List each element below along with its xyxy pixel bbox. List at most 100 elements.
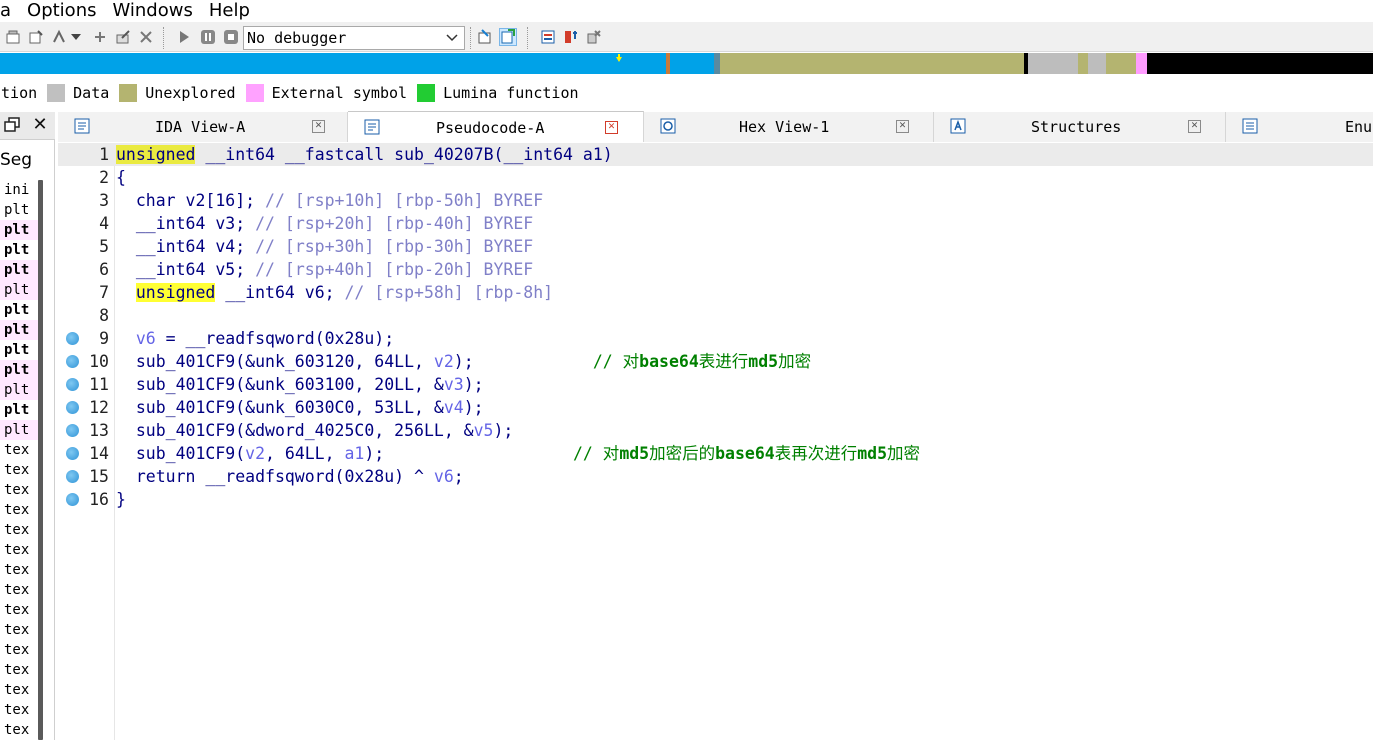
segment-row[interactable]: tex	[0, 580, 38, 600]
code-line[interactable]: 7 unsigned __int64 v6; // [rsp+58h] [rbp…	[58, 281, 1373, 304]
segment-row[interactable]: tex	[0, 620, 38, 640]
segment-row[interactable]: plt	[0, 300, 38, 320]
tab-close-icon[interactable]: ✕	[1188, 120, 1201, 133]
tab-close-icon[interactable]: ✕	[312, 120, 325, 133]
debugger-select[interactable]: No debugger	[243, 26, 465, 50]
segment-row[interactable]: plt	[0, 400, 38, 420]
segment-row[interactable]: tex	[0, 600, 38, 620]
code-line[interactable]: 14 sub_401CF9(v2, 64LL, a1); // 对md5加密后的…	[58, 442, 1373, 465]
tab-close-icon[interactable]: ✕	[896, 120, 909, 133]
attach-icon[interactable]	[477, 28, 495, 46]
dropdown-icon[interactable]	[69, 28, 83, 46]
breakpoint-dot-icon[interactable]	[66, 424, 79, 437]
statement: );	[463, 375, 484, 394]
tab-close-icon[interactable]: ✕	[605, 121, 618, 134]
statement: sub_401CF9(&unk_6030C0, 53LL, &	[116, 398, 444, 417]
script-icon[interactable]	[4, 28, 22, 46]
segment-row[interactable]: tex	[0, 540, 38, 560]
float-window-icon[interactable]	[4, 117, 20, 133]
segment-row[interactable]: plt	[0, 340, 38, 360]
types-icon[interactable]	[562, 28, 580, 46]
segment-row[interactable]: tex	[0, 640, 38, 660]
navigation-band[interactable]	[0, 53, 1373, 74]
breakpoint-dot-icon[interactable]	[66, 447, 79, 460]
run-plugin-icon[interactable]	[91, 28, 109, 46]
breakpoint-icon[interactable]	[50, 28, 68, 46]
declaration: __int64 v6;	[215, 283, 345, 302]
breakpoint-dot-icon[interactable]	[66, 401, 79, 414]
code-line[interactable]: 9 v6 = __readfsqword(0x28u);	[58, 327, 1373, 350]
code-line[interactable]: 12 sub_401CF9(&unk_6030C0, 53LL, &v4);	[58, 396, 1373, 419]
line-number: 9	[99, 329, 109, 348]
code-text: return __readfsqword(0x28u) ^ v6;	[116, 465, 464, 488]
tab-structures[interactable]: Structures ✕	[934, 112, 1226, 142]
line-number: 15	[89, 467, 109, 486]
graph-icon[interactable]	[499, 28, 517, 46]
close-panel-icon[interactable]: ✕	[31, 115, 49, 135]
segment-row[interactable]: tex	[0, 660, 38, 680]
segment-row[interactable]: plt	[0, 200, 38, 220]
breakpoint-dot-icon[interactable]	[66, 332, 79, 345]
keyword-unsigned-highlight: unsigned	[135, 283, 216, 302]
tab-ida-view-a[interactable]: IDA View-A ✕	[58, 112, 348, 142]
code-line[interactable]: 6 __int64 v5; // [rsp+40h] [rbp-20h] BYR…	[58, 258, 1373, 281]
segment-row[interactable]: plt	[0, 360, 38, 380]
menu-help[interactable]: Help	[201, 0, 258, 22]
segment-row[interactable]: ini	[0, 180, 38, 200]
segment-row[interactable]: tex	[0, 460, 38, 480]
segments-list[interactable]: ini plt plt plt plt plt plt plt plt plt plt plt plt t…	[0, 180, 38, 740]
menu-edit-partial[interactable]: a	[0, 0, 19, 22]
close-icon[interactable]	[137, 28, 155, 46]
line-number: 11	[89, 375, 109, 394]
legend-label: Lumina function	[443, 84, 579, 102]
segment-row[interactable]: tex	[0, 680, 38, 700]
code-line[interactable]: 8	[58, 304, 1373, 327]
line-number: 2	[99, 168, 109, 187]
segment-row[interactable]: plt	[0, 240, 38, 260]
segment-row[interactable]: tex	[0, 480, 38, 500]
code-line[interactable]: 11 sub_401CF9(&unk_603100, 20LL, &v3);	[58, 373, 1373, 396]
tab-enums[interactable]: Enu	[1226, 112, 1373, 142]
breakpoint-dot-icon[interactable]	[66, 378, 79, 391]
segment-row[interactable]: tex	[0, 500, 38, 520]
code-line[interactable]: 3 char v2[16]; // [rsp+10h] [rbp-50h] BY…	[58, 189, 1373, 212]
code-line[interactable]: 5 __int64 v4; // [rsp+30h] [rbp-30h] BYR…	[58, 235, 1373, 258]
pseudocode-view[interactable]: 1 unsigned __int64 __fastcall sub_40207B…	[58, 143, 1373, 740]
code-line[interactable]: 16 }	[58, 488, 1373, 511]
menu-windows[interactable]: Windows	[104, 0, 200, 22]
segment-row[interactable]: tex	[0, 520, 38, 540]
menu-options[interactable]: Options	[19, 0, 104, 22]
code-text: }	[116, 490, 126, 509]
segment-row[interactable]: tex	[0, 560, 38, 580]
segment-row[interactable]: plt	[0, 260, 38, 280]
breakpoint-dot-icon[interactable]	[66, 493, 79, 506]
segment-row[interactable]: plt	[0, 380, 38, 400]
code-line[interactable]: 1 unsigned __int64 __fastcall sub_40207B…	[58, 143, 1373, 166]
segments-scrollbar[interactable]	[38, 180, 43, 740]
code-line[interactable]: 15 return __readfsqword(0x28u) ^ v6;	[58, 465, 1373, 488]
segment-row[interactable]: plt	[0, 280, 38, 300]
pause-icon[interactable]	[199, 28, 217, 46]
code-line[interactable]: 13 sub_401CF9(&dword_4025C0, 256LL, &v5)…	[58, 419, 1373, 442]
comment: // [rsp+20h] [rbp-40h] BYREF	[255, 214, 534, 233]
tab-hex-view-1[interactable]: Hex View-1 ✕	[644, 112, 934, 142]
tab-pseudocode-a[interactable]: Pseudocode-A ✕	[348, 111, 644, 142]
edit-icon[interactable]	[114, 28, 132, 46]
segment-row[interactable]: plt	[0, 420, 38, 440]
analyze-icon[interactable]	[27, 28, 45, 46]
code-line[interactable]: 4 __int64 v3; // [rsp+20h] [rbp-40h] BYR…	[58, 212, 1373, 235]
segment-row[interactable]: plt	[0, 320, 38, 340]
start-icon[interactable]	[175, 28, 193, 46]
segment-row[interactable]: tex	[0, 440, 38, 460]
breakpoint-dot-icon[interactable]	[66, 355, 79, 368]
code-line[interactable]: 10 sub_401CF9(&unk_603120, 64LL, v2); //…	[58, 350, 1373, 373]
breakpoint-dot-icon[interactable]	[66, 470, 79, 483]
segment-row[interactable]: tex	[0, 720, 38, 740]
code-line[interactable]: 2 {	[58, 166, 1373, 189]
segment-row[interactable]: tex	[0, 700, 38, 720]
stop-icon[interactable]	[222, 28, 240, 46]
settings-icon[interactable]	[585, 28, 603, 46]
statement: sub_401CF9(&unk_603120, 64LL,	[116, 352, 434, 371]
structures-icon[interactable]	[539, 28, 557, 46]
segment-row[interactable]: plt	[0, 220, 38, 240]
